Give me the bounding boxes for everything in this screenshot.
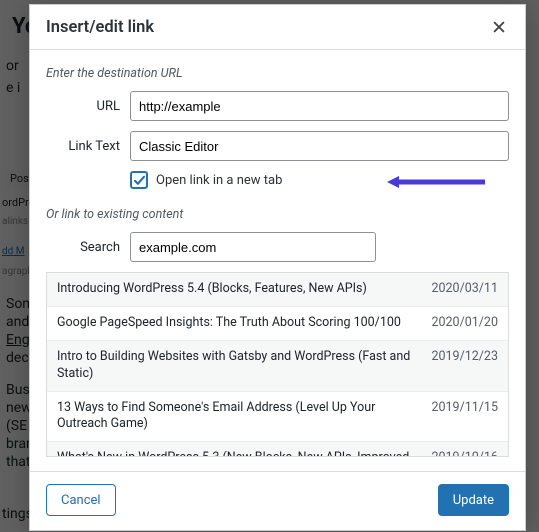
link-text-label: Link Text [46, 139, 120, 154]
search-result-item[interactable]: Introducing WordPress 5.4 (Blocks, Featu… [47, 273, 508, 307]
new-tab-label: Open link in a new tab [156, 173, 282, 188]
link-text-input[interactable] [130, 131, 509, 161]
existing-content-hint: Or link to existing content [46, 197, 509, 232]
search-result-item[interactable]: Google PageSpeed Insights: The Truth Abo… [47, 307, 508, 341]
search-row: Search [46, 232, 509, 262]
link-modal: Insert/edit link Enter the destination U… [29, 4, 526, 531]
search-input[interactable] [130, 232, 376, 262]
close-icon[interactable] [487, 15, 511, 39]
search-result-item[interactable]: What's New in WordPress 5.3 (New Blocks,… [47, 442, 508, 457]
result-title: 13 Ways to Find Someone's Email Address … [57, 400, 419, 434]
result-date: 2019/12/23 [431, 349, 498, 383]
result-date: 2019/10/16 [431, 450, 498, 457]
destination-hint: Enter the destination URL [46, 60, 509, 91]
modal-title: Insert/edit link [46, 18, 154, 37]
new-tab-checkbox[interactable] [130, 171, 148, 189]
new-tab-row: Open link in a new tab [130, 171, 509, 189]
result-title: Introducing WordPress 5.4 (Blocks, Featu… [57, 281, 367, 298]
result-date: 2019/11/15 [431, 400, 498, 434]
result-date: 2020/01/20 [431, 315, 498, 332]
result-title: What's New in WordPress 5.3 (New Blocks,… [57, 450, 419, 457]
url-input[interactable] [130, 91, 509, 121]
search-results-list: Introducing WordPress 5.4 (Blocks, Featu… [46, 272, 509, 457]
link-text-row: Link Text [46, 131, 509, 161]
result-title: Intro to Building Websites with Gatsby a… [57, 349, 419, 383]
result-date: 2020/03/11 [431, 281, 498, 298]
modal-header: Insert/edit link [30, 5, 525, 50]
update-button[interactable]: Update [438, 484, 509, 516]
url-label: URL [46, 99, 120, 114]
search-label: Search [46, 240, 120, 255]
search-result-item[interactable]: Intro to Building Websites with Gatsby a… [47, 341, 508, 392]
url-row: URL [46, 91, 509, 121]
modal-body: Enter the destination URL URL Link Text … [30, 50, 525, 461]
cancel-button[interactable]: Cancel [46, 484, 116, 516]
result-title: Google PageSpeed Insights: The Truth Abo… [57, 315, 401, 332]
search-result-item[interactable]: 13 Ways to Find Someone's Email Address … [47, 392, 508, 443]
annotation-arrow-icon [385, 174, 485, 190]
modal-footer: Cancel Update [30, 471, 525, 530]
